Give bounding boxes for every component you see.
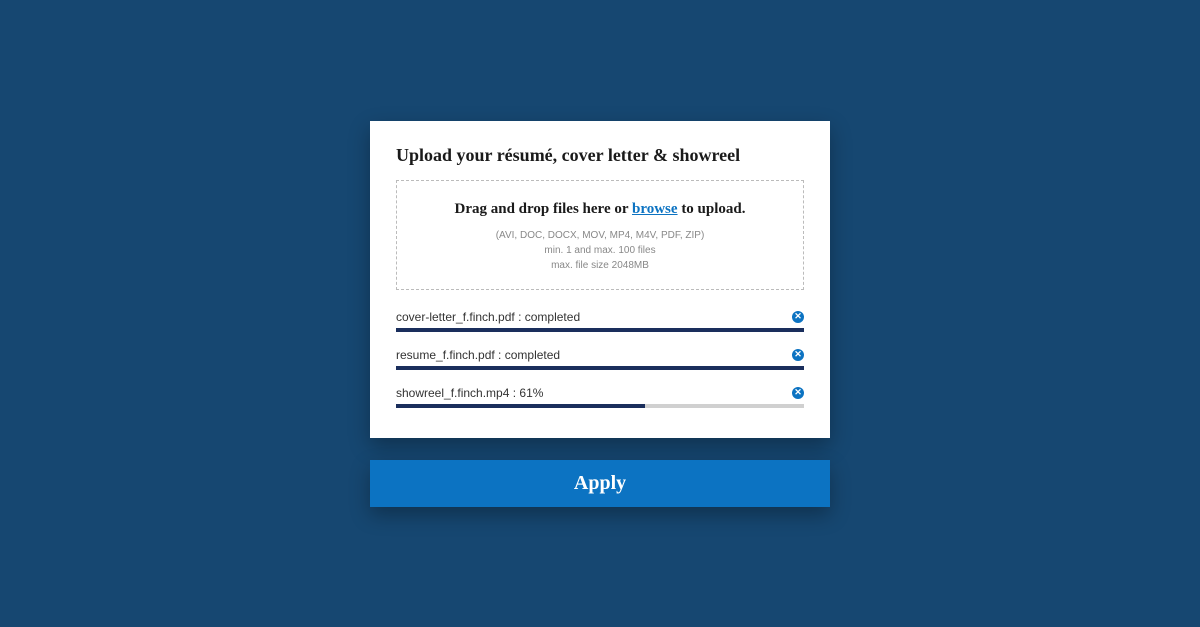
hint-maxsize: max. file size 2048MB	[407, 258, 793, 273]
file-label: showreel_f.finch.mp4 : 61%	[396, 386, 543, 400]
file-name: cover-letter_f.finch.pdf	[396, 310, 515, 324]
progress-bar	[396, 366, 804, 370]
file-status: completed	[505, 348, 560, 362]
dropzone-text-suffix: to upload.	[678, 201, 746, 217]
file-name: showreel_f.finch.mp4	[396, 386, 509, 400]
dropzone-text-prefix: Drag and drop files here or	[454, 201, 632, 217]
dropzone[interactable]: Drag and drop files here or browse to up…	[396, 180, 804, 290]
file-label: resume_f.finch.pdf : completed	[396, 348, 560, 362]
file-status: completed	[525, 310, 580, 324]
hint-formats: (AVI, DOC, DOCX, MOV, MP4, M4V, PDF, ZIP…	[407, 228, 793, 243]
file-status: 61%	[519, 386, 543, 400]
hint-limits: min. 1 and max. 100 files	[407, 243, 793, 258]
remove-file-icon[interactable]: ✕	[792, 349, 804, 361]
progress-bar	[396, 404, 804, 408]
file-row: resume_f.finch.pdf : completed ✕	[396, 348, 804, 370]
file-row: showreel_f.finch.mp4 : 61% ✕	[396, 386, 804, 408]
upload-card: Upload your résumé, cover letter & showr…	[370, 121, 830, 438]
file-row: cover-letter_f.finch.pdf : completed ✕	[396, 310, 804, 332]
progress-fill	[396, 404, 645, 408]
remove-file-icon[interactable]: ✕	[792, 387, 804, 399]
dropzone-hints: (AVI, DOC, DOCX, MOV, MP4, M4V, PDF, ZIP…	[407, 228, 793, 273]
progress-fill	[396, 366, 804, 370]
file-name: resume_f.finch.pdf	[396, 348, 495, 362]
progress-bar	[396, 328, 804, 332]
card-title: Upload your résumé, cover letter & showr…	[396, 145, 804, 166]
file-label: cover-letter_f.finch.pdf : completed	[396, 310, 580, 324]
apply-button[interactable]: Apply	[370, 460, 830, 507]
dropzone-instruction: Drag and drop files here or browse to up…	[407, 201, 793, 218]
file-list: cover-letter_f.finch.pdf : completed ✕ r…	[396, 310, 804, 408]
progress-fill	[396, 328, 804, 332]
browse-link[interactable]: browse	[632, 201, 678, 217]
remove-file-icon[interactable]: ✕	[792, 311, 804, 323]
